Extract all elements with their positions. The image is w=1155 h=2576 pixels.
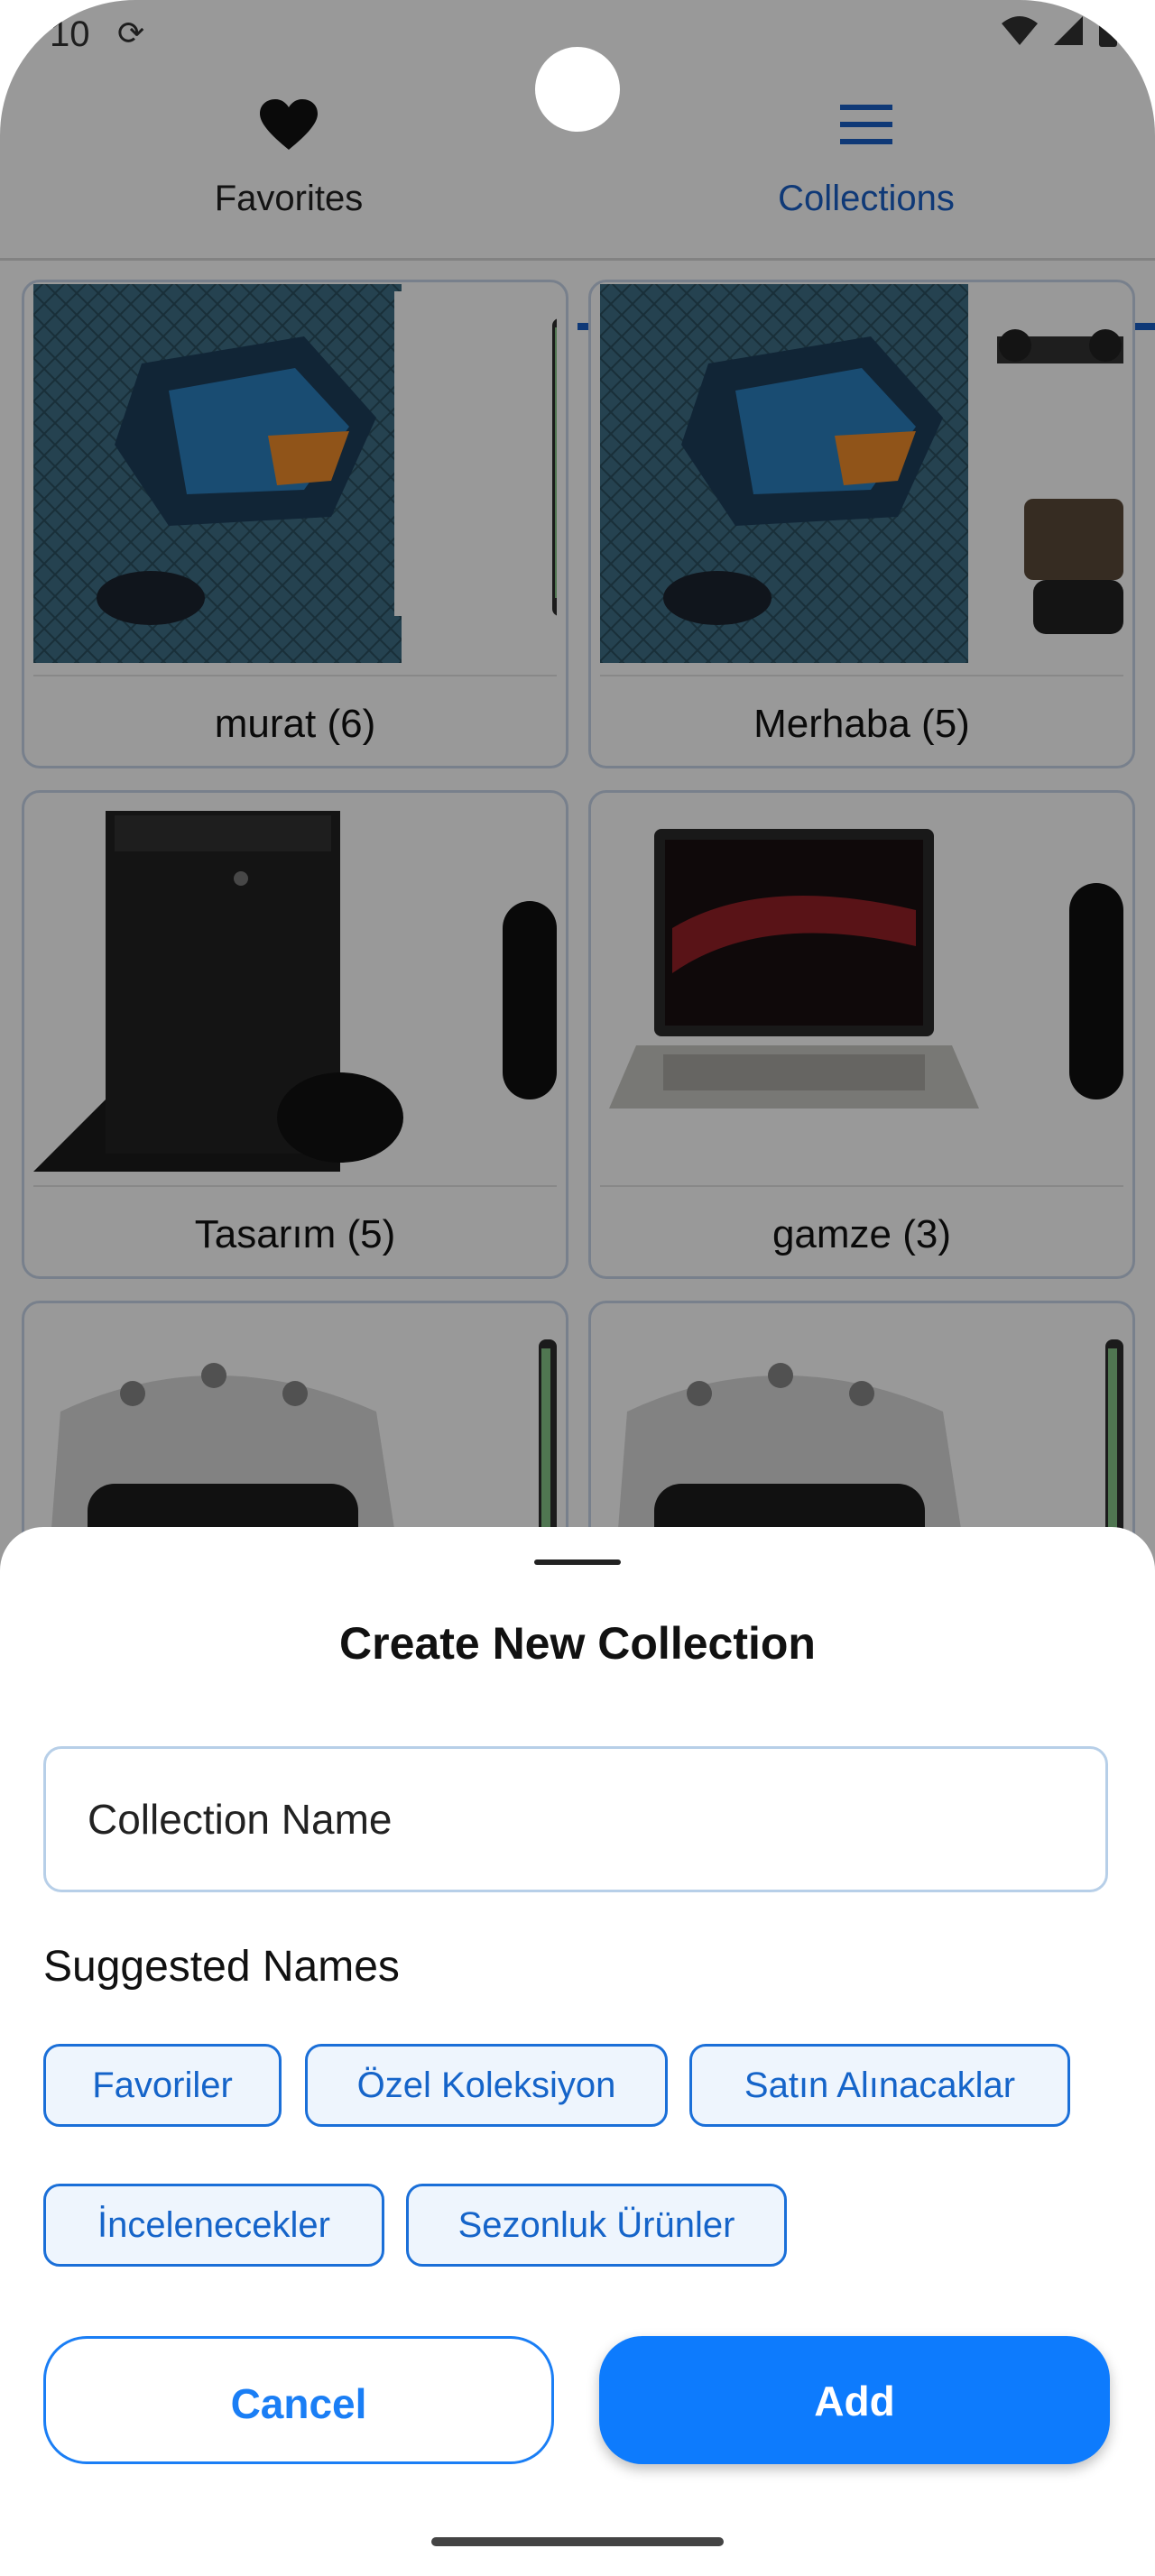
app-screen: 10 ⟳ Favorites Collections murat (6) Mer… (0, 0, 1155, 2576)
suggestion-chip[interactable]: Favoriler (43, 2044, 282, 2127)
sheet-title: Create New Collection (339, 1618, 816, 1669)
collection-name-input[interactable] (43, 1746, 1108, 1892)
cancel-button[interactable]: Cancel (43, 2336, 554, 2464)
create-collection-sheet: Create New Collection Suggested Names Fa… (0, 1527, 1155, 2576)
suggestion-chip[interactable]: Özel Koleksiyon (305, 2044, 668, 2127)
suggestion-chip[interactable]: İncelenecekler (43, 2184, 384, 2267)
suggestion-chip[interactable]: Satın Alınacaklar (689, 2044, 1070, 2127)
suggestion-chip[interactable]: Sezonluk Ürünler (406, 2184, 787, 2267)
home-indicator (431, 2537, 724, 2546)
drag-handle[interactable] (534, 1559, 621, 1565)
suggested-names-heading: Suggested Names (43, 1943, 400, 1991)
camera-cutout (535, 47, 620, 132)
add-button[interactable]: Add (599, 2336, 1110, 2464)
